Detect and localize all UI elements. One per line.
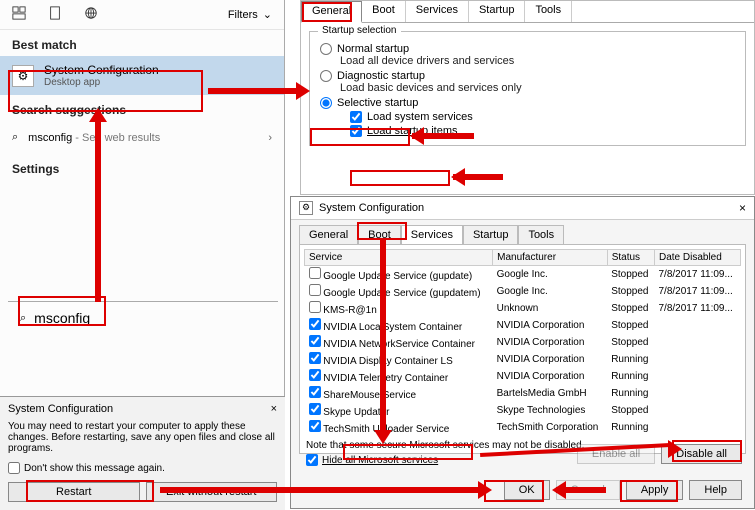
tabbar: General Boot Services Startup Tools xyxy=(301,1,754,23)
table-row[interactable]: TechSmith Uploader ServiceTechSmith Corp… xyxy=(305,419,741,436)
dialog-titlebar: ⚙ System Configuration × xyxy=(291,197,754,220)
load-sys-checkbox[interactable] xyxy=(350,111,362,123)
load-startup-label: Load startup items xyxy=(367,125,458,137)
diag-startup-label: Diagnostic startup xyxy=(337,70,425,82)
tab-startup[interactable]: Startup xyxy=(469,1,525,22)
tab-general[interactable]: General xyxy=(301,1,362,23)
load-sys-label: Load system services xyxy=(367,111,473,123)
tab-boot[interactable]: Boot xyxy=(358,225,401,244)
table-row[interactable]: NVIDIA Telemetry ContainerNVIDIA Corpora… xyxy=(305,368,741,385)
col-service[interactable]: Service xyxy=(305,250,493,266)
dialog-titlebar: System Configuration × xyxy=(8,403,277,415)
result-subtitle: Desktop app xyxy=(44,77,159,88)
filters-label: Filters xyxy=(228,9,258,21)
table-row[interactable]: NVIDIA NetworkService ContainerNVIDIA Co… xyxy=(305,334,741,351)
hide-ms-services-label: Hide all Microsoft services xyxy=(322,455,438,466)
suggestion-row[interactable]: ⌕ msconfig - See web results › xyxy=(0,121,284,154)
document-icon[interactable] xyxy=(48,6,62,23)
tab-general[interactable]: General xyxy=(299,225,358,244)
msconfig-icon: ⚙ xyxy=(12,65,34,87)
col-date-disabled[interactable]: Date Disabled xyxy=(654,250,740,266)
service-checkbox[interactable] xyxy=(309,284,321,296)
service-checkbox[interactable] xyxy=(309,403,321,415)
filters-dropdown[interactable]: Filters ⌄ xyxy=(228,8,272,21)
dont-show-checkbox[interactable] xyxy=(8,462,20,474)
app-icon[interactable] xyxy=(12,6,26,23)
dialog-body: You may need to restart your computer to… xyxy=(8,421,277,454)
result-text: System Configuration Desktop app xyxy=(44,63,159,88)
service-checkbox[interactable] xyxy=(309,369,321,381)
restart-dialog: System Configuration × You may need to r… xyxy=(0,396,285,510)
table-row[interactable]: NVIDIA Display Container LSNVIDIA Corpor… xyxy=(305,351,741,368)
tab-services[interactable]: Services xyxy=(406,1,469,22)
globe-icon[interactable] xyxy=(84,6,98,23)
exit-without-restart-button[interactable]: Exit without restart xyxy=(146,482,278,502)
dialog-title: System Configuration xyxy=(8,403,113,415)
tab-boot[interactable]: Boot xyxy=(362,1,406,22)
best-match-result[interactable]: ⚙ System Configuration Desktop app xyxy=(0,56,284,95)
best-match-header: Best match xyxy=(0,30,284,56)
load-startup-checkbox[interactable] xyxy=(350,125,362,137)
tab-tools[interactable]: Tools xyxy=(525,1,572,22)
search-icon: ⌕ xyxy=(20,312,26,325)
selective-startup-radio[interactable] xyxy=(320,97,332,109)
chevron-down-icon: ⌄ xyxy=(263,8,272,21)
apply-button[interactable]: Apply xyxy=(626,480,684,500)
ok-button[interactable]: OK xyxy=(504,480,550,500)
dialog-title: System Configuration xyxy=(319,202,424,214)
close-icon[interactable]: × xyxy=(271,403,277,415)
search-suggestions-header: Search suggestions xyxy=(0,95,284,121)
service-checkbox[interactable] xyxy=(309,267,321,279)
tab-startup[interactable]: Startup xyxy=(463,225,518,244)
col-status[interactable]: Status xyxy=(607,250,654,266)
search-input[interactable] xyxy=(34,310,254,326)
table-row[interactable]: Skype UpdaterSkype TechnologiesStopped xyxy=(305,402,741,419)
selective-startup-label: Selective startup xyxy=(337,97,418,109)
normal-startup-sub: Load all device drivers and services xyxy=(340,55,735,67)
table-row[interactable]: NVIDIA LocalSystem ContainerNVIDIA Corpo… xyxy=(305,317,741,334)
startup-selection-group: Startup selection Normal startup Load al… xyxy=(309,31,746,146)
cancel-button[interactable]: Cancel xyxy=(556,480,620,500)
msconfig-icon: ⚙ xyxy=(299,201,313,215)
service-checkbox[interactable] xyxy=(309,352,321,364)
search-icon: ⌕ xyxy=(12,131,18,144)
help-button[interactable]: Help xyxy=(689,480,742,500)
chevron-right-icon: › xyxy=(268,132,272,144)
restart-button[interactable]: Restart xyxy=(8,482,140,502)
msconfig-general-panel: General Boot Services Startup Tools Star… xyxy=(300,0,755,195)
service-checkbox[interactable] xyxy=(309,335,321,347)
tab-tools[interactable]: Tools xyxy=(518,225,564,244)
hide-ms-services-checkbox[interactable] xyxy=(306,454,318,466)
table-row[interactable]: Google Update Service (gupdatem)Google I… xyxy=(305,283,741,300)
tabbar: General Boot Services Startup Tools xyxy=(291,220,754,244)
result-title: System Configuration xyxy=(44,63,159,77)
diag-startup-radio[interactable] xyxy=(320,70,332,82)
services-content: Service Manufacturer Status Date Disable… xyxy=(299,244,746,454)
group-legend: Startup selection xyxy=(318,25,401,36)
close-icon[interactable]: × xyxy=(739,201,746,215)
services-table: Service Manufacturer Status Date Disable… xyxy=(304,249,741,436)
tab-services[interactable]: Services xyxy=(401,225,463,244)
enable-all-button[interactable]: Enable all xyxy=(577,444,655,464)
diag-startup-sub: Load basic devices and services only xyxy=(340,82,735,94)
service-checkbox[interactable] xyxy=(309,318,321,330)
suggestion-hint: - See web results xyxy=(72,132,160,144)
table-row[interactable]: Google Update Service (gupdate)Google In… xyxy=(305,266,741,284)
cortana-topbar: Filters ⌄ xyxy=(0,0,284,30)
disable-all-button[interactable]: Disable all xyxy=(661,444,742,464)
service-checkbox[interactable] xyxy=(309,420,321,432)
cortana-search-box[interactable]: ⌕ xyxy=(8,301,278,334)
dont-show-label: Don't show this message again. xyxy=(24,463,165,474)
service-checkbox[interactable] xyxy=(309,301,321,313)
normal-startup-radio[interactable] xyxy=(320,43,332,55)
settings-header: Settings xyxy=(0,154,284,180)
msconfig-services-dialog: ⚙ System Configuration × General Boot Se… xyxy=(290,196,755,509)
table-row[interactable]: KMS-R@1nUnknownStopped7/8/2017 11:09... xyxy=(305,300,741,317)
service-checkbox[interactable] xyxy=(309,386,321,398)
table-row[interactable]: ShareMouse ServiceBartelsMedia GmbHRunni… xyxy=(305,385,741,402)
col-manufacturer[interactable]: Manufacturer xyxy=(493,250,608,266)
normal-startup-label: Normal startup xyxy=(337,43,409,55)
suggestion-text: msconfig xyxy=(28,132,72,144)
